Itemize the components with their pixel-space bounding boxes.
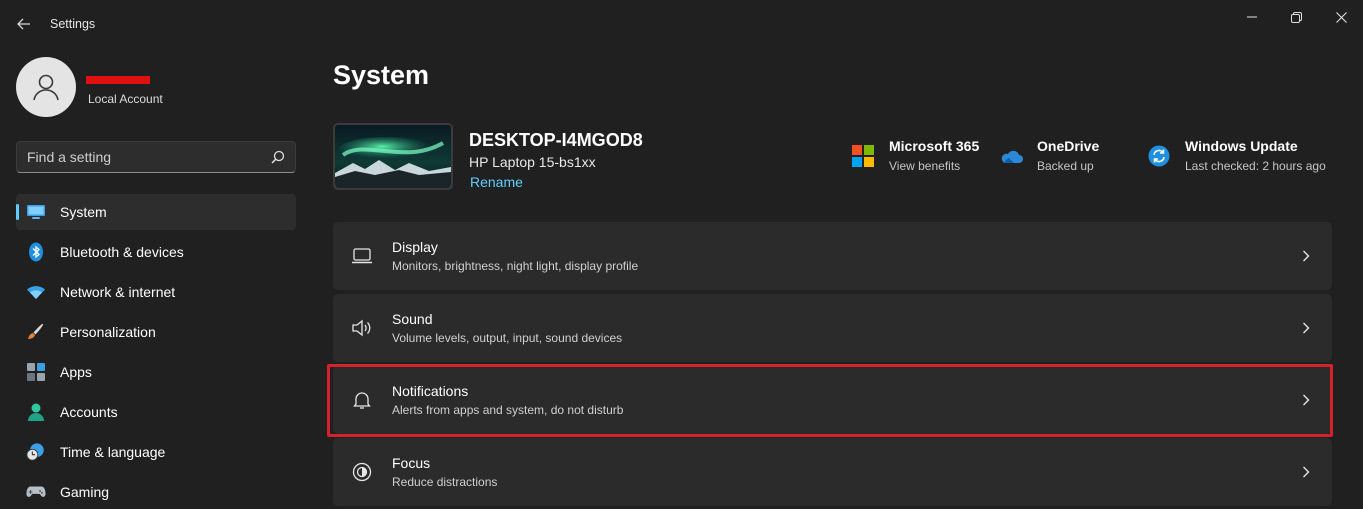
maximize-button[interactable] xyxy=(1273,4,1319,30)
sidebar-item-label: System xyxy=(60,204,107,220)
redacted-username xyxy=(86,76,150,84)
sidebar-item-apps[interactable]: Apps xyxy=(16,354,296,390)
quick-info-title: OneDrive xyxy=(1037,138,1100,154)
sidebar-nav: System Bluetooth & devices Network & int… xyxy=(16,194,296,509)
close-icon xyxy=(1335,11,1347,23)
highlight-box xyxy=(327,364,1333,437)
onedrive-tile[interactable]: OneDrive Backed up xyxy=(999,138,1099,173)
sidebar-item-personalization[interactable]: Personalization xyxy=(16,314,296,350)
windows-update-tile[interactable]: Windows Update Last checked: 2 hours ago xyxy=(1147,138,1326,173)
speaker-icon xyxy=(351,317,373,339)
device-wallpaper-image xyxy=(333,123,453,190)
quick-info-title: Windows Update xyxy=(1185,138,1298,154)
microsoft-365-tile[interactable]: Microsoft 365 View benefits xyxy=(851,138,979,173)
display-settings-card[interactable]: Display Monitors, brightness, night ligh… xyxy=(333,222,1332,290)
window-title: Settings xyxy=(50,17,96,31)
wifi-icon xyxy=(26,282,46,302)
avatar[interactable] xyxy=(16,57,76,117)
focus-icon xyxy=(351,461,373,483)
search-icon[interactable] xyxy=(271,150,285,164)
quick-info-subtitle: Last checked: 2 hours ago xyxy=(1185,159,1326,173)
chevron-right-icon xyxy=(1296,462,1316,482)
restore-icon xyxy=(1290,11,1302,23)
card-subtitle: Reduce distractions xyxy=(392,475,498,489)
sidebar-item-accounts[interactable]: Accounts xyxy=(16,394,296,430)
chevron-right-icon xyxy=(1296,246,1316,266)
rename-link[interactable]: Rename xyxy=(470,174,523,190)
card-title: Sound xyxy=(392,311,433,327)
sidebar-item-label: Gaming xyxy=(60,484,110,500)
back-button[interactable] xyxy=(10,12,38,36)
focus-settings-card[interactable]: Focus Reduce distractions xyxy=(333,438,1332,506)
back-arrow-icon xyxy=(17,18,30,30)
user-icon xyxy=(33,74,59,101)
device-model: HP Laptop 15-bs1xx xyxy=(469,154,596,170)
quick-info-subtitle: View benefits xyxy=(889,159,961,173)
onedrive-cloud-icon xyxy=(999,144,1023,168)
quick-info-title: Microsoft 365 xyxy=(889,138,980,154)
chevron-right-icon xyxy=(1296,318,1316,338)
sidebar-item-network[interactable]: Network & internet xyxy=(16,274,296,310)
microsoft-logo-icon xyxy=(851,144,875,168)
sidebar-item-time-language[interactable]: Time & language xyxy=(16,434,296,470)
windows-update-icon xyxy=(1147,144,1171,168)
close-button[interactable] xyxy=(1318,4,1363,30)
sidebar-item-label: Bluetooth & devices xyxy=(60,244,184,260)
bluetooth-icon xyxy=(26,242,46,262)
quick-info-subtitle: Backed up xyxy=(1037,159,1094,173)
sound-settings-card[interactable]: Sound Volume levels, output, input, soun… xyxy=(333,294,1332,362)
card-title: Display xyxy=(392,239,438,255)
accounts-icon xyxy=(26,402,46,422)
minimize-button[interactable] xyxy=(1229,4,1275,30)
sidebar-item-label: Personalization xyxy=(60,324,156,340)
laptop-icon xyxy=(351,245,373,267)
globe-clock-icon xyxy=(26,442,46,462)
sidebar-item-label: Accounts xyxy=(60,404,118,420)
sidebar-item-label: Time & language xyxy=(60,444,166,460)
apps-icon xyxy=(26,362,46,382)
card-subtitle: Monitors, brightness, night light, displ… xyxy=(392,259,639,273)
sidebar-item-system[interactable]: System xyxy=(16,194,296,230)
sidebar-item-bluetooth[interactable]: Bluetooth & devices xyxy=(16,234,296,270)
gamepad-icon xyxy=(26,482,46,502)
sidebar-item-label: Network & internet xyxy=(60,284,176,300)
account-type-label: Local Account xyxy=(88,92,163,106)
sidebar-item-label: Apps xyxy=(60,364,92,380)
minimize-icon xyxy=(1247,16,1257,18)
card-title: Focus xyxy=(392,455,431,471)
system-display-icon xyxy=(26,202,46,222)
search-box[interactable] xyxy=(16,141,296,173)
sidebar-item-gaming[interactable]: Gaming xyxy=(16,474,296,509)
card-subtitle: Volume levels, output, input, sound devi… xyxy=(392,331,623,345)
paintbrush-icon xyxy=(26,322,46,342)
device-name: DESKTOP-I4MGOD8 xyxy=(469,130,643,150)
search-input[interactable] xyxy=(17,142,257,172)
page-title: System xyxy=(333,60,430,90)
